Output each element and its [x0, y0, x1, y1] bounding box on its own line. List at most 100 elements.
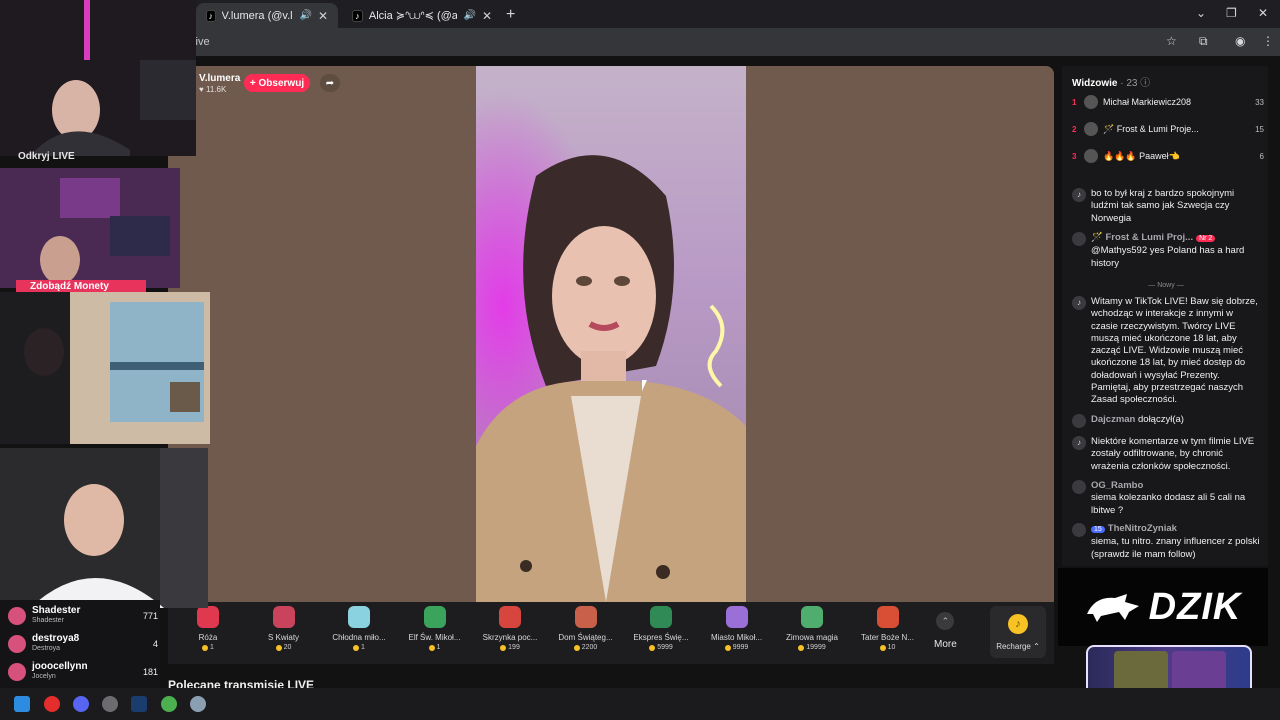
gift-icon [801, 606, 823, 628]
chat-body: 15 TheNitroZyniak siema, tu nitro. znany i… [1091, 523, 1260, 561]
info-icon[interactable]: ⓘ [1140, 78, 1150, 89]
speaker-icon[interactable]: 🔊 [299, 10, 311, 21]
close-tab-icon[interactable]: ✕ [482, 9, 492, 23]
host-likes: ♥ 11.6K [199, 85, 227, 94]
gift-price: 20 [275, 644, 291, 651]
gift-item[interactable]: S Kwiaty 20 [248, 606, 320, 651]
chat-text: siema kolezanko dodasz ali 5 cali na lbi… [1091, 492, 1246, 516]
viewers-label: Widzowie [1072, 78, 1118, 89]
chat-text: Niektóre komentarze w tym filmie LIVE zo… [1091, 436, 1255, 472]
left-list-row[interactable]: jooocellynn Jocelyn 181 [8, 660, 158, 684]
recharge-button[interactable]: ♪ Recharge ⌃ [990, 606, 1046, 658]
chat-username-line: Dajczman [1091, 414, 1135, 425]
gift-item[interactable]: Dom Świąteg... 2200 [550, 606, 622, 651]
opera-icon[interactable] [44, 696, 60, 712]
gift-price-value: 1 [210, 644, 214, 651]
viewers-header[interactable]: Widzowie · 23 ⓘ [1072, 74, 1150, 89]
tiktok-icon: ♪ [352, 9, 363, 22]
coin-icon [724, 644, 731, 651]
gift-price-value: 5999 [657, 644, 673, 651]
tiktok-icon: ♪ [1072, 188, 1086, 202]
viewer-rank: 1 [1072, 97, 1077, 107]
chat-message: ♪ bo to był kraj z bardzo spokojnymi lud… [1072, 188, 1260, 225]
chat-username[interactable]: 🪄 Frost & Lumi Proj... [1091, 232, 1193, 243]
menu-icon[interactable]: ⋮ [1262, 34, 1274, 48]
gift-price: 19999 [798, 644, 826, 651]
discord-icon[interactable] [73, 696, 89, 712]
webcam-feed [0, 448, 208, 608]
avatar [8, 607, 26, 625]
gift-item[interactable]: Ekspres Świę... 5999 [625, 606, 697, 651]
follow-button[interactable]: + Obserwuj [244, 74, 310, 92]
chat-username[interactable]: TheNitroZyniak [1108, 523, 1177, 534]
gift-item[interactable]: Chłodna miło... 1 [323, 606, 395, 651]
coin-icon [428, 644, 435, 651]
steam-icon[interactable] [131, 696, 147, 712]
more-gifts-button[interactable]: ⌃ More [934, 612, 957, 650]
left-list-row[interactable]: Shadester Shadester 771 [8, 604, 158, 628]
live-video[interactable] [476, 66, 746, 602]
coin-icon [573, 644, 580, 651]
star-icon[interactable]: ☆ [1166, 34, 1177, 48]
chat-message: OG_Rambo siema kolezanko dodasz ali 5 cal… [1072, 480, 1260, 517]
gift-item[interactable]: Elf Św. Mikoł... 1 [399, 606, 471, 651]
host-name[interactable]: V.lumera [199, 73, 240, 84]
gift-price-value: 10 [887, 644, 896, 651]
gift-price-value: 1 [436, 644, 441, 651]
left-list-row[interactable]: destroya8 Destroya 4 [8, 632, 158, 656]
address-bar[interactable]: /live [190, 33, 1190, 51]
gift-price: 199 [500, 644, 520, 651]
new-tab-icon[interactable]: + [506, 6, 515, 24]
top-viewer-row[interactable]: 3 🔥🔥🔥 Paaweł👈 6 [1072, 148, 1264, 164]
close-tab-icon[interactable]: ✕ [318, 9, 328, 23]
gift-icon [423, 606, 446, 628]
close-window-icon[interactable]: ✕ [1258, 6, 1268, 20]
profile-icon[interactable]: ◉ [1235, 34, 1245, 48]
gift-item[interactable]: Zimowa magia 19999 [776, 606, 848, 651]
tab-label: V.lumera (@v.lumera) prow [221, 9, 294, 22]
gift-icon [348, 606, 370, 628]
more-label: More [934, 639, 957, 650]
coin-icon [649, 644, 656, 651]
restore-icon[interactable]: ❐ [1226, 6, 1237, 20]
gift-icon [272, 606, 295, 628]
app-icon[interactable] [102, 696, 118, 712]
speaker-icon[interactable]: 🔊 [463, 10, 475, 21]
viewer-name: Michał Markiewicz208 [1103, 97, 1192, 107]
gift-item[interactable]: Tater Boże N... 10 [852, 606, 924, 651]
chat-username[interactable]: OG_Rambo [1091, 480, 1143, 491]
gift-price-value: 19999 [806, 644, 826, 651]
extensions-icon[interactable]: ⧉ [1199, 34, 1208, 49]
tab-vlumera[interactable]: ♪ V.lumera (@v.lumera) prow 🔊 ✕ [196, 3, 338, 28]
viewer-rank: 2 [1072, 124, 1077, 134]
chat-username-line: 🪄 Frost & Lumi Proj... Nr 2 [1091, 232, 1216, 243]
chat-username[interactable]: Dajczman [1091, 414, 1135, 425]
dropdown-icon[interactable]: ⌄ [1196, 6, 1206, 20]
gift-item[interactable]: Skrzynka poc... 199 [474, 606, 546, 651]
gift-name: Tater Boże N... [861, 633, 914, 642]
mouse-cursor [642, 380, 647, 391]
chat-text: dołączył(a) [1138, 414, 1184, 425]
chrome-icon[interactable] [161, 696, 177, 712]
windows-start-icon[interactable] [14, 696, 30, 712]
row-name-text: destroya8 [32, 633, 80, 644]
gift-name: Chłodna miło... [332, 633, 386, 642]
coin-icon [353, 644, 360, 651]
top-viewer-row[interactable]: 1 Michał Markiewicz208 33 [1072, 94, 1264, 110]
gift-icon [725, 606, 748, 628]
gift-name: Dom Świąteg... [558, 633, 613, 642]
gift-item[interactable]: Róża 1 [172, 606, 244, 651]
settings-icon[interactable] [190, 696, 206, 712]
gift-item[interactable]: Miasto Mikoł... 9999 [701, 606, 773, 651]
chat-text: siema, tu nitro. znany influencer z pols… [1091, 536, 1260, 560]
share-icon[interactable]: ➦ [320, 74, 340, 92]
discover-live-label: Odkryj LIVE [18, 151, 75, 162]
top-viewer-row[interactable]: 2 🪄 Frost & Lumi Proje... 15 [1072, 121, 1264, 137]
gift-price: 2200 [573, 644, 597, 651]
avatar [1084, 95, 1098, 109]
tab-alcia[interactable]: ♪ Alcia ≽ᐢ⩊ᐢ≼ (@alciaaaxo) pro 🔊 ✕ [342, 3, 502, 28]
viewer-rank: 3 [1072, 151, 1077, 161]
chat-message: 🪄 Frost & Lumi Proj... Nr 2 @Mathys592 yes… [1072, 232, 1260, 270]
sponsor-logo-text: DZIK [1148, 585, 1242, 628]
chat-text: Witamy w TikTok LIVE! Baw się dobrze, wc… [1091, 296, 1258, 406]
